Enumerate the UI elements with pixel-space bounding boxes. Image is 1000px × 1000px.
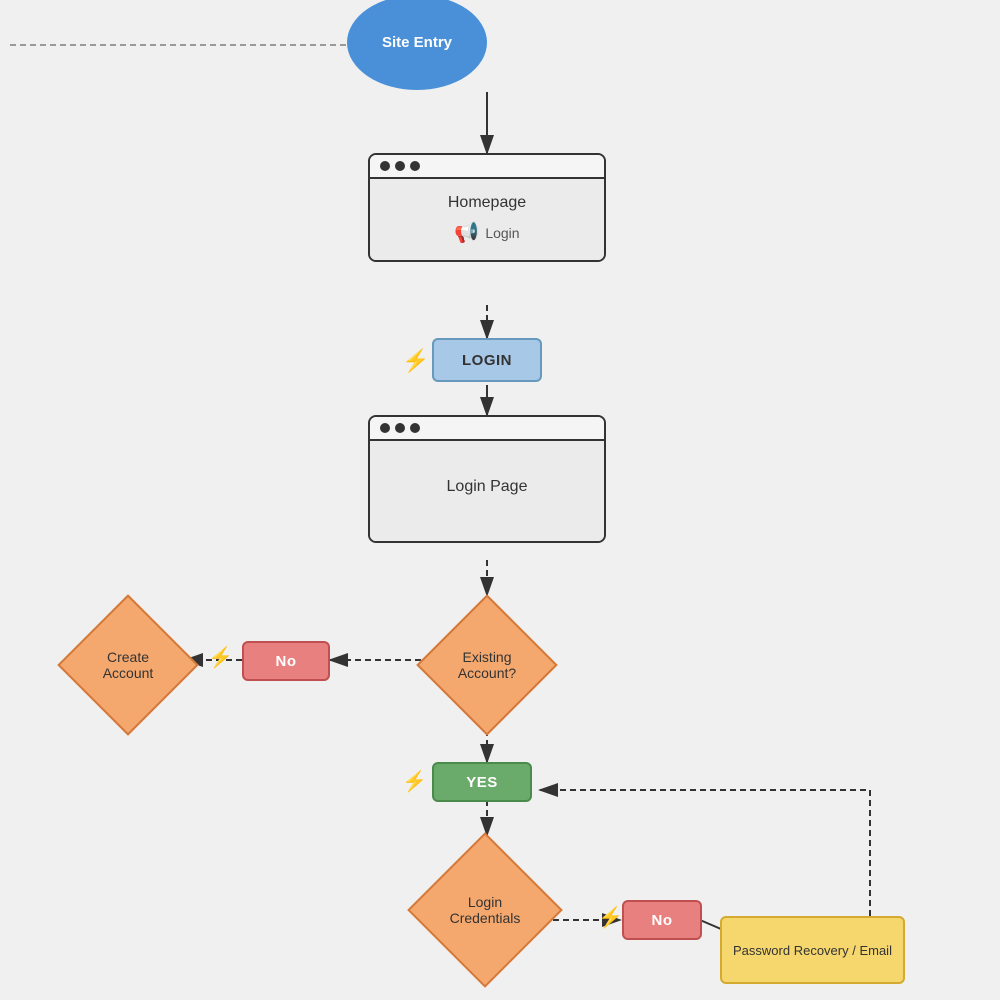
login-page-title: Login Page (447, 478, 528, 496)
login-page-titlebar (370, 417, 604, 441)
no-button-1-label: No (276, 653, 297, 670)
dot3 (410, 161, 420, 171)
homepage-content: Homepage 📢 Login (370, 179, 604, 260)
login-button-label: LOGIN (462, 352, 512, 369)
flowchart: Site Entry Homepage 📢 Login ⚡ LOGIN Logi (0, 0, 1000, 1000)
dot2 (395, 161, 405, 171)
existing-account-shape: Existing Account? (416, 594, 557, 735)
lightning-icon-3: ⚡ (402, 769, 427, 794)
login-page-window: Login Page (368, 415, 606, 543)
no-button-1[interactable]: No (242, 641, 330, 681)
no-button-2[interactable]: No (622, 900, 702, 940)
dot1 (380, 161, 390, 171)
login-credentials-diamond: Login Credentials (380, 835, 590, 985)
site-entry-node: Site Entry (347, 0, 487, 90)
login-credentials-shape: Login Credentials (407, 832, 563, 988)
dot5 (395, 423, 405, 433)
homepage-title: Homepage (448, 194, 526, 212)
lightning-icon-4: ⚡ (598, 905, 623, 930)
create-account-shape: Create Account (57, 594, 198, 735)
megaphone-icon: 📢 (454, 220, 479, 245)
existing-account-label: Existing Account? (442, 649, 532, 681)
site-entry-label: Site Entry (382, 34, 452, 51)
login-credentials-label: Login Credentials (443, 894, 528, 926)
create-account-label: Create Account (83, 649, 173, 681)
create-account-diamond: Create Account (55, 605, 200, 725)
lightning-icon-1: ⚡ (402, 348, 429, 374)
dot4 (380, 423, 390, 433)
login-hint: 📢 Login (454, 220, 519, 245)
dot6 (410, 423, 420, 433)
login-hint-label: Login (485, 225, 519, 241)
password-recovery-label: Password Recovery / Email (733, 943, 892, 958)
password-recovery-box: Password Recovery / Email (720, 916, 905, 984)
login-page-content: Login Page (370, 441, 604, 541)
homepage-titlebar (370, 155, 604, 179)
yes-button-label: YES (466, 774, 498, 791)
yes-button[interactable]: YES (432, 762, 532, 802)
homepage-window: Homepage 📢 Login (368, 153, 606, 262)
no-button-2-label: No (652, 912, 673, 929)
existing-account-diamond: Existing Account? (382, 595, 592, 735)
lightning-icon-2: ⚡ (208, 645, 233, 670)
login-button[interactable]: LOGIN (432, 338, 542, 382)
